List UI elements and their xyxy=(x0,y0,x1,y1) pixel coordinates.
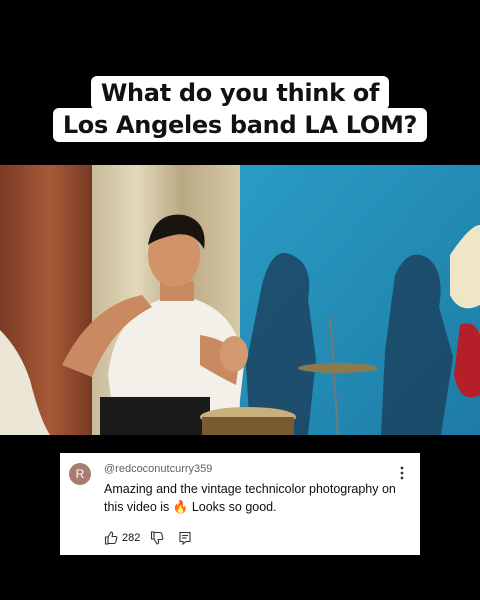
headline-line-1: What do you think of xyxy=(90,76,390,110)
reply-icon[interactable] xyxy=(178,531,192,546)
comment-username[interactable]: @redcoconutcurry359 xyxy=(104,463,212,475)
comment-text: Amazing and the vintage technicolor phot… xyxy=(104,482,396,514)
headline-line-2: Los Angeles band LA LOM? xyxy=(52,108,428,142)
more-options-icon[interactable] xyxy=(398,465,406,481)
thumbs-down-icon[interactable] xyxy=(150,531,164,545)
conga-body xyxy=(202,417,294,435)
avatar[interactable]: R xyxy=(69,463,91,485)
hand xyxy=(220,336,248,372)
video-frame[interactable] xyxy=(0,165,480,435)
headline: What do you think of Los Angeles band LA… xyxy=(0,76,480,142)
comment-actions: 282 xyxy=(104,529,192,547)
video-scene xyxy=(0,165,480,435)
cymbal xyxy=(298,363,378,373)
trousers xyxy=(100,397,210,435)
like-count: 282 xyxy=(122,532,141,544)
thumbs-up-icon[interactable] xyxy=(104,531,118,545)
comment-card: R @redcoconutcurry359 Amazing and the vi… xyxy=(60,453,420,555)
